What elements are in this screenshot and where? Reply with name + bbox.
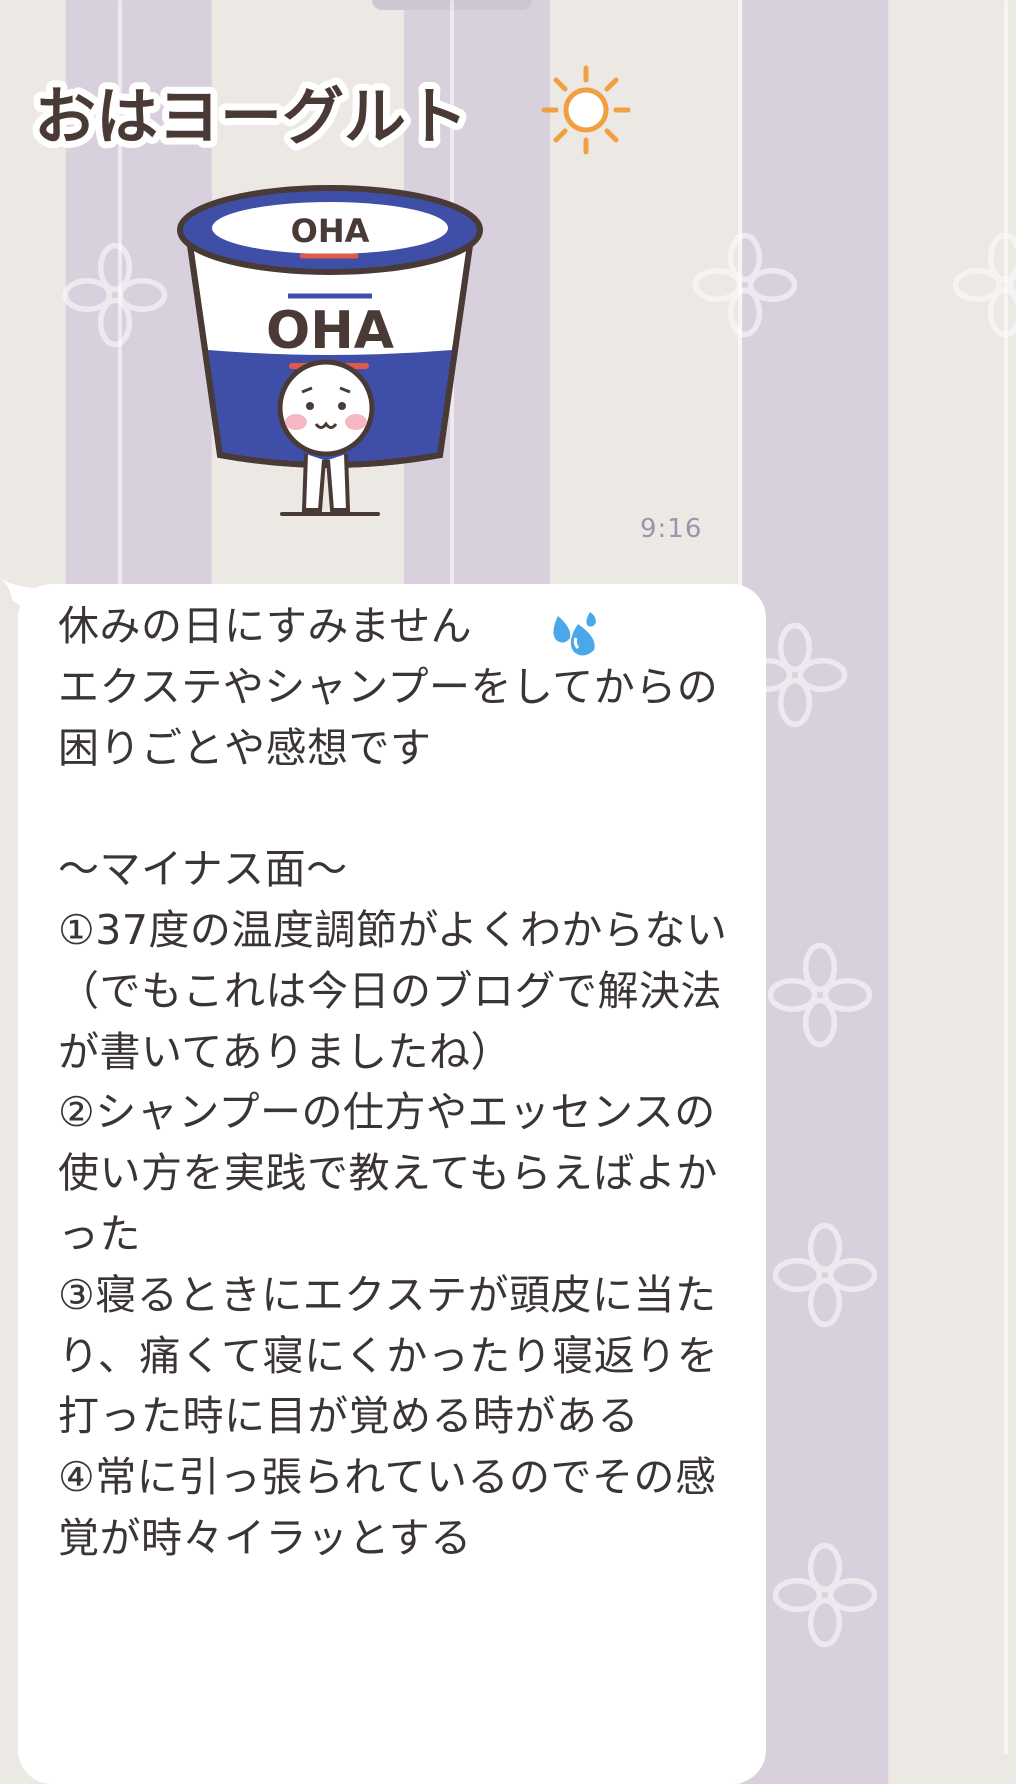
flower-decor-icon xyxy=(765,940,875,1050)
cup-label-text: OHA xyxy=(266,301,394,361)
sticker-title: おはヨーグルト xyxy=(34,80,468,153)
flower-decor-icon xyxy=(770,1220,880,1330)
sweat-droplets-icon xyxy=(548,610,604,662)
message-bubble[interactable]: 休みの日にすみません エクステやシャンプーをしてからの困りごとや感想です 〜マイ… xyxy=(18,584,766,1784)
sun-icon xyxy=(544,68,628,152)
yogurt-sticker[interactable]: おはヨーグルト おはヨーグルト OHA OHA xyxy=(20,30,640,550)
flower-decor-icon xyxy=(690,230,800,340)
character-face-icon xyxy=(280,362,378,514)
message-text[interactable]: 休みの日にすみません エクステやシャンプーをしてからの困りごとや感想です 〜マイ… xyxy=(58,596,748,1569)
message-timestamp: 9:16 xyxy=(640,514,702,544)
flower-decor-icon xyxy=(950,230,1016,340)
flower-decor-icon xyxy=(770,1540,880,1650)
message-body: 休みの日にすみません エクステやシャンプーをしてからの困りごとや感想です 〜マイ… xyxy=(58,602,727,1562)
cup-lid-text: OHA xyxy=(291,212,370,250)
